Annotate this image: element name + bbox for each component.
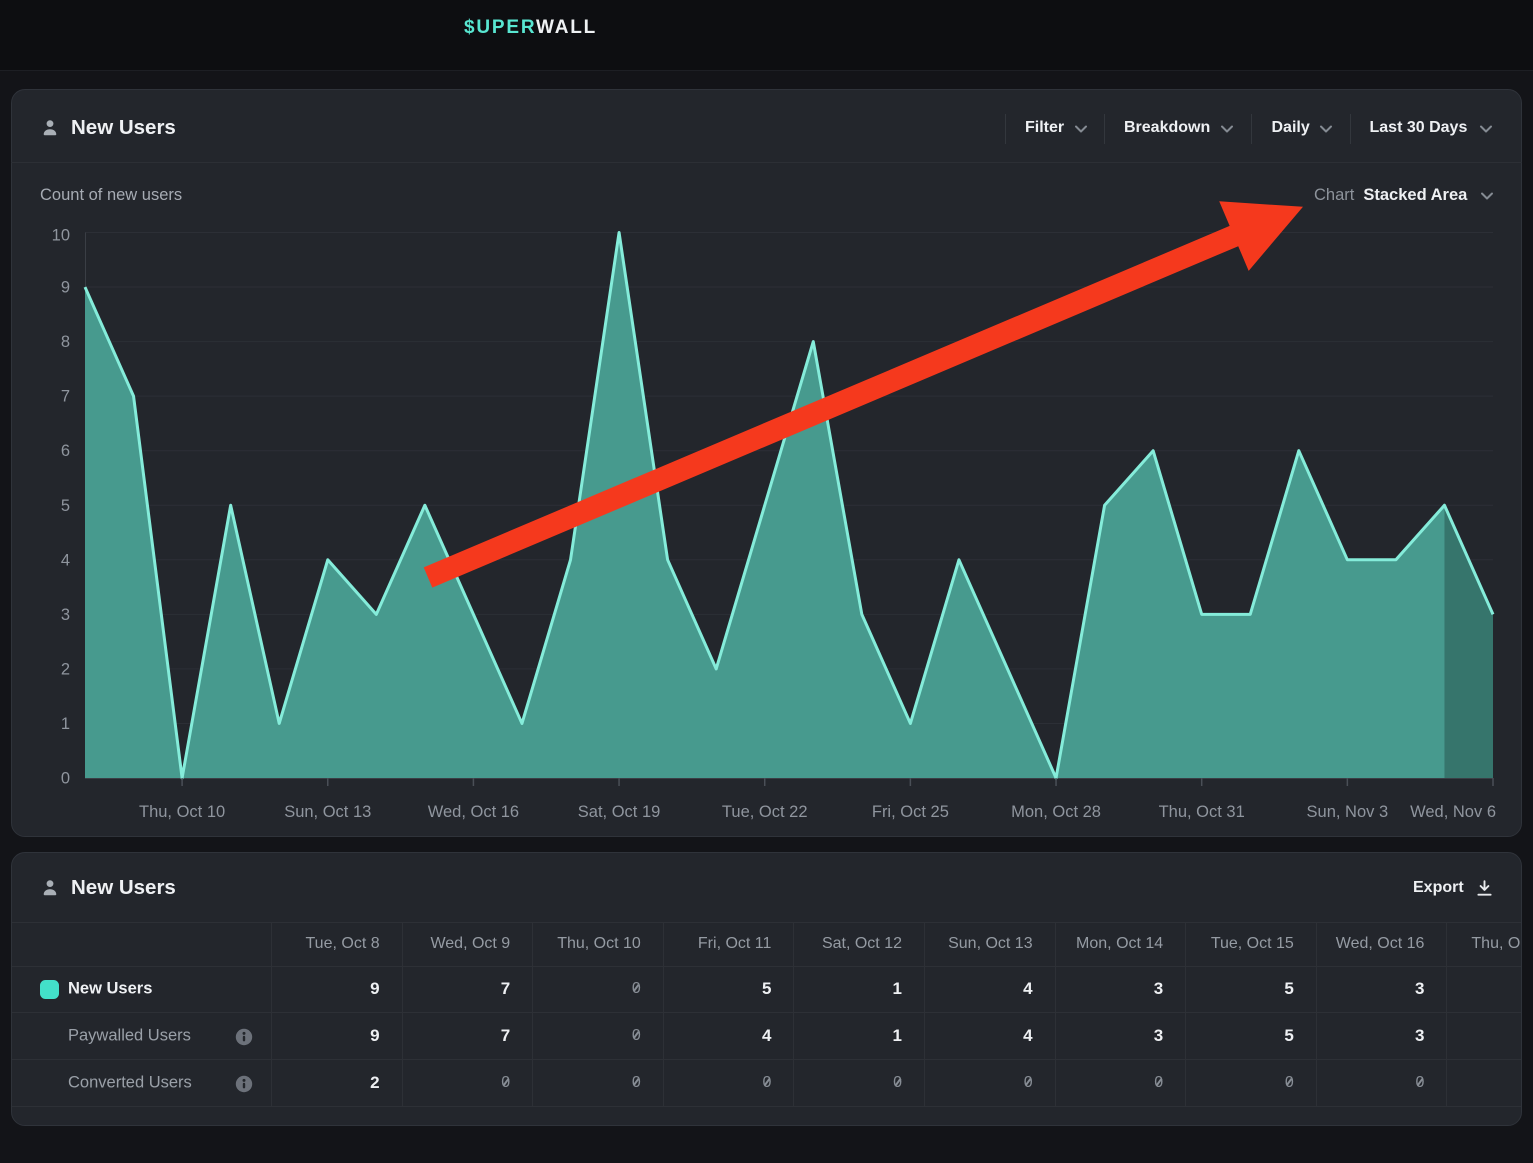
svg-text:Mon, Oct 28: Mon, Oct 28 (1011, 803, 1101, 821)
svg-text:0: 0 (61, 770, 70, 788)
svg-text:10: 10 (52, 227, 70, 245)
svg-text:9: 9 (61, 279, 70, 297)
svg-text:8: 8 (61, 333, 70, 351)
svg-text:5: 5 (61, 497, 70, 515)
svg-text:Wed, Nov 6: Wed, Nov 6 (1410, 803, 1496, 821)
svg-text:Thu, Oct 10: Thu, Oct 10 (139, 803, 225, 821)
svg-text:2: 2 (61, 660, 70, 678)
svg-text:Thu, Oct 31: Thu, Oct 31 (1159, 803, 1245, 821)
svg-text:Sun, Oct 13: Sun, Oct 13 (284, 803, 371, 821)
svg-text:7: 7 (61, 388, 70, 406)
svg-text:Fri, Oct 25: Fri, Oct 25 (872, 803, 949, 821)
svg-text:Sun, Nov 3: Sun, Nov 3 (1307, 803, 1389, 821)
svg-text:Tue, Oct 22: Tue, Oct 22 (722, 803, 808, 821)
svg-text:4: 4 (61, 551, 70, 569)
svg-text:6: 6 (61, 442, 70, 460)
svg-text:1: 1 (61, 715, 70, 733)
svg-text:3: 3 (61, 606, 70, 624)
svg-text:Sat, Oct 19: Sat, Oct 19 (578, 803, 661, 821)
svg-text:Wed, Oct 16: Wed, Oct 16 (428, 803, 519, 821)
